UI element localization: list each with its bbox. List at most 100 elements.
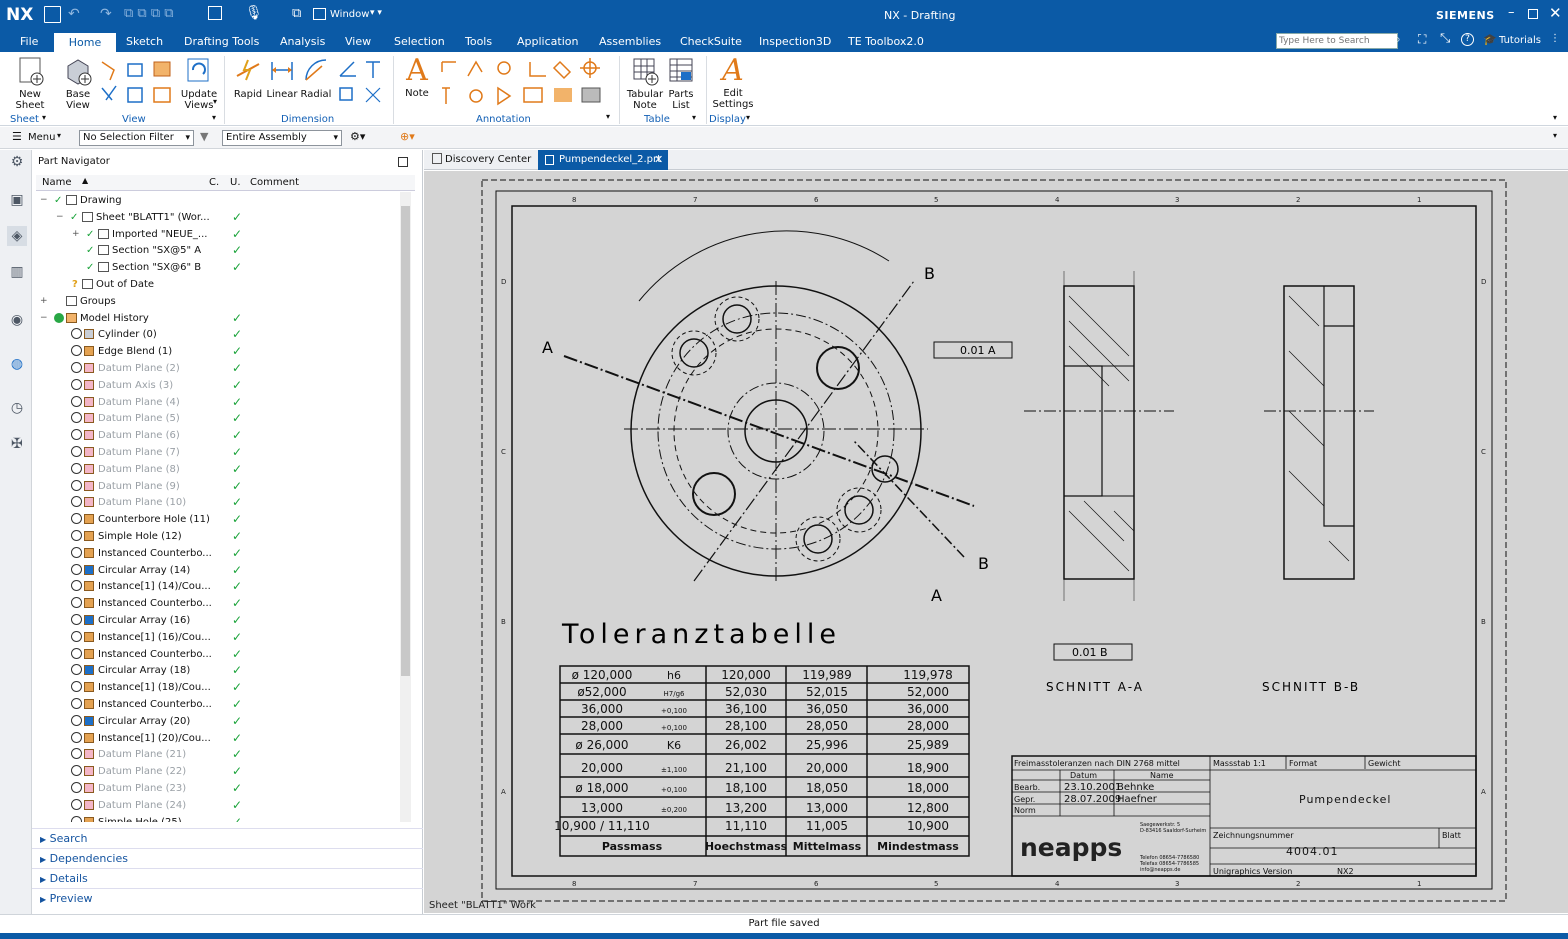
navigator-row[interactable]: Instance[1] (20)/Cou... ✓ — [36, 730, 398, 747]
fullscreen-icon[interactable]: ⛶ — [1418, 32, 1426, 47]
tab-discovery-center[interactable]: Discovery Center — [445, 154, 531, 165]
toolbar-chevron-icon[interactable]: ▾ — [1553, 131, 1557, 140]
window-menu-chevron-icon[interactable]: ▾ ▾ — [370, 8, 382, 18]
settings-icon[interactable]: ⚙ — [7, 152, 27, 172]
tab-application[interactable]: Application — [515, 33, 580, 52]
navigator-row[interactable]: Instanced Counterbo... ✓ — [36, 696, 398, 713]
microphone-icon[interactable]: 🎙 — [245, 5, 263, 21]
visibility-eye-icon[interactable] — [71, 362, 82, 373]
view-tools-icon[interactable] — [98, 58, 178, 108]
navigator-row[interactable]: Datum Plane (5) ✓ — [36, 410, 398, 427]
tab-analysis[interactable]: Analysis — [278, 33, 327, 52]
visibility-eye-icon[interactable] — [71, 782, 82, 793]
column-comment[interactable]: Comment — [250, 177, 299, 188]
roles-icon[interactable]: ✠ — [7, 434, 27, 454]
section-details[interactable]: ▶ Details — [32, 868, 423, 888]
navigator-row[interactable]: Cylinder (0) ✓ — [36, 326, 398, 343]
close-icon[interactable]: ✕ — [1549, 4, 1562, 22]
visibility-eye-icon[interactable] — [71, 798, 82, 810]
ribbon-options-icon[interactable]: ⋮ — [1550, 33, 1560, 44]
table-chevron-icon[interactable]: ▾ — [692, 113, 696, 122]
tab-assemblies[interactable]: Assemblies — [597, 33, 663, 52]
navigator-scrollbar[interactable] — [400, 192, 411, 822]
navigator-maximize-icon[interactable] — [398, 157, 408, 167]
view-chevron-icon[interactable]: ▾ — [212, 113, 216, 122]
annotation-tools-icon[interactable] — [438, 58, 608, 108]
expand-toggle-icon[interactable]: + — [72, 226, 80, 243]
navigator-row[interactable]: Simple Hole (25) ✓ — [36, 814, 398, 822]
save-as-icon[interactable] — [208, 6, 222, 20]
filter-icon[interactable]: ▼ — [200, 130, 208, 143]
expand-toggle-icon[interactable]: − — [40, 192, 48, 209]
navigator-row[interactable]: − Model History ✓ — [36, 310, 398, 327]
search-icon[interactable]: ⌕ — [1394, 32, 1401, 47]
web-browser-icon[interactable]: ◍ — [7, 354, 27, 374]
section-preview[interactable]: ▶ Preview — [32, 888, 423, 908]
tab-drafting-tools[interactable]: Drafting Tools — [182, 33, 261, 52]
search-input[interactable] — [1276, 33, 1398, 49]
navigator-row[interactable]: Circular Array (18) ✓ — [36, 662, 398, 679]
navigator-row[interactable]: Datum Plane (10) ✓ — [36, 494, 398, 511]
navigator-row[interactable]: Circular Array (20) ✓ — [36, 713, 398, 730]
drawing-sheet[interactable]: 8 7 6 5 4 3 2 1 8 7 6 5 4 3 2 1 D C B A … — [424, 171, 1568, 913]
visibility-eye-icon[interactable] — [71, 664, 82, 676]
visibility-eye-icon[interactable] — [71, 815, 82, 822]
navigator-row[interactable]: Instance[1] (16)/Cou... ✓ — [36, 629, 398, 646]
column-name[interactable]: Name — [42, 177, 72, 188]
assembly-navigator-icon[interactable]: ▣ — [7, 190, 27, 210]
visibility-eye-icon[interactable] — [71, 345, 82, 357]
minimize-icon[interactable]: – — [1508, 5, 1515, 20]
assembly-scope-dropdown[interactable]: Entire Assembly — [222, 130, 342, 146]
navigator-row[interactable]: + Groups — [36, 293, 398, 310]
navigator-row[interactable]: Datum Plane (4) ✓ — [36, 394, 398, 411]
tab-te-toolbox[interactable]: TE Toolbox2.0 — [846, 33, 926, 52]
navigator-row[interactable]: ✓ Section "SX@6" B ✓ — [36, 259, 398, 276]
sheet-chevron-icon[interactable]: ▾ — [42, 113, 46, 122]
navigator-row[interactable]: Instanced Counterbo... ✓ — [36, 545, 398, 562]
tab-selection[interactable]: Selection — [392, 33, 447, 52]
visibility-eye-icon[interactable] — [71, 630, 82, 642]
visibility-eye-icon[interactable] — [71, 580, 82, 592]
navigator-row[interactable]: Datum Plane (9) ✓ — [36, 478, 398, 495]
parts-list-button[interactable]: Parts List — [666, 56, 696, 111]
expand-toggle-icon[interactable]: + — [40, 293, 48, 310]
tab-sketch[interactable]: Sketch — [124, 33, 165, 52]
constraint-navigator-icon[interactable]: ▥ — [7, 262, 27, 282]
visibility-eye-icon[interactable] — [71, 765, 82, 777]
visibility-eye-icon[interactable] — [71, 563, 82, 575]
tab-inspection3d[interactable]: Inspection3D — [757, 33, 833, 52]
new-sheet-button[interactable]: New Sheet — [12, 56, 48, 111]
switch-window-icon[interactable]: ⧉ — [292, 6, 301, 21]
restore-icon[interactable]: ⤡ — [1440, 31, 1450, 46]
visibility-eye-icon[interactable] — [71, 748, 82, 760]
selection-filter-dropdown[interactable]: No Selection Filter — [79, 130, 194, 146]
visibility-eye-icon[interactable] — [71, 446, 82, 457]
visibility-eye-icon[interactable] — [71, 714, 82, 726]
navigator-row[interactable]: Simple Hole (12) ✓ — [36, 528, 398, 545]
navigator-row[interactable]: + ✓ Imported "NEUE_... ✓ — [36, 226, 398, 243]
visibility-eye-icon[interactable] — [71, 412, 82, 424]
navigator-row[interactable]: Edge Blend (1) ✓ — [36, 343, 398, 360]
undo-icon[interactable]: ↶ — [68, 6, 80, 22]
visibility-eye-icon[interactable] — [71, 546, 82, 558]
visibility-eye-icon[interactable] — [71, 731, 82, 743]
navigator-row[interactable]: Instanced Counterbo... ✓ — [36, 646, 398, 663]
save-icon[interactable] — [44, 6, 61, 23]
linear-dimension-button[interactable]: Linear — [266, 56, 298, 100]
visibility-eye-icon[interactable] — [71, 462, 82, 474]
edit-settings-button[interactable]: A Edit Settings — [712, 54, 754, 111]
visibility-eye-icon[interactable] — [71, 698, 82, 709]
navigator-row[interactable]: − ✓ Drawing — [36, 192, 398, 209]
tab-part-file[interactable]: Pumpendeckel_2.prt ✕ — [538, 150, 668, 170]
part-navigator-icon[interactable]: ◈ — [7, 226, 27, 246]
reuse-library-icon[interactable]: ◉ — [7, 310, 27, 330]
window-menu[interactable]: Window — [330, 9, 369, 20]
close-tab-icon[interactable]: ✕ — [654, 153, 663, 166]
section-search[interactable]: ▶ Search — [32, 828, 423, 848]
visibility-eye-icon[interactable] — [71, 496, 82, 508]
menu-chevron-icon[interactable]: ▾ — [57, 131, 61, 140]
tabular-note-button[interactable]: Tabular Note — [624, 56, 666, 111]
maximize-icon[interactable] — [1528, 9, 1538, 19]
note-button[interactable]: A Note — [400, 54, 434, 100]
menu-button[interactable]: Menu — [28, 132, 55, 143]
